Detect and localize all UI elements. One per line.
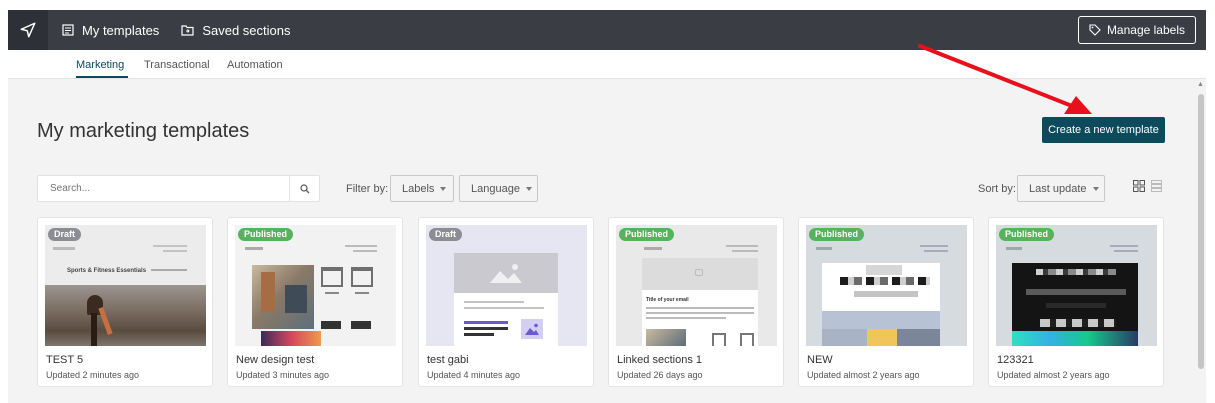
scrollbar-thumb[interactable]	[1198, 94, 1204, 369]
template-type-tabs: Marketing Transactional Automation	[8, 50, 1206, 79]
template-name: New design test	[236, 354, 315, 366]
status-badge: Draft	[48, 228, 82, 241]
template-card[interactable]: Published 123321 Updated almost 2 years …	[988, 217, 1164, 387]
template-name: Linked sections 1	[617, 354, 702, 366]
sort-dropdown-value: Last update	[1029, 182, 1087, 195]
template-name: TEST 5	[46, 354, 84, 366]
page-title: My marketing templates	[37, 120, 250, 142]
nav-my-templates[interactable]: My templates	[62, 23, 159, 38]
list-view-icon[interactable]	[1151, 180, 1162, 192]
language-dropdown-label: Language	[471, 182, 520, 195]
template-thumbnail[interactable]: Published Title of your email	[616, 225, 777, 346]
nav-my-templates-label: My templates	[82, 22, 160, 38]
template-updated: Updated almost 2 years ago	[997, 370, 1110, 380]
thumbnail-heading: Sports & Fitness Essentials	[67, 268, 147, 274]
image-placeholder-icon	[490, 264, 522, 283]
tab-marketing[interactable]: Marketing	[76, 59, 124, 71]
template-icon	[62, 24, 74, 36]
status-badge: Published	[999, 228, 1055, 241]
template-updated: Updated 3 minutes ago	[236, 370, 330, 380]
top-navigation-bar: My templates Saved sections Manage label…	[8, 10, 1206, 50]
language-dropdown[interactable]: Language	[459, 175, 538, 202]
sort-dropdown[interactable]: Last update	[1017, 175, 1105, 202]
filter-label: Filter by:	[346, 183, 389, 195]
template-thumbnail[interactable]: Published	[806, 225, 967, 346]
template-name: 123321	[997, 354, 1034, 366]
manage-labels-button[interactable]: Manage labels	[1077, 16, 1196, 44]
template-updated: Updated 2 minutes ago	[46, 370, 140, 380]
status-badge: Published	[238, 228, 294, 241]
template-updated: Updated 4 minutes ago	[427, 370, 521, 380]
search-button[interactable]	[289, 176, 319, 201]
template-updated: Updated almost 2 years ago	[807, 370, 920, 380]
grid-view-icon[interactable]	[1133, 180, 1145, 192]
thumbnail-heading: Title of your email	[646, 297, 689, 303]
search-icon	[299, 183, 309, 193]
template-thumbnail[interactable]: Draft	[426, 225, 587, 346]
scroll-up-icon[interactable]: ▲	[1197, 81, 1204, 88]
manage-labels-label: Manage labels	[1106, 23, 1185, 37]
create-template-button[interactable]: Create a new template	[1042, 117, 1165, 143]
caret-down-icon	[1092, 186, 1099, 191]
caret-down-icon	[525, 186, 532, 191]
status-badge: Published	[809, 228, 865, 241]
template-name: NEW	[807, 354, 833, 366]
search-box	[37, 175, 320, 202]
labels-dropdown[interactable]: Labels	[390, 175, 454, 202]
nav-saved-sections-label: Saved sections	[202, 22, 291, 38]
template-card[interactable]: Published NEW Updated almost 2 years ago	[798, 217, 974, 387]
template-name: test gabi	[427, 354, 469, 366]
tab-transactional[interactable]: Transactional	[144, 59, 210, 71]
folder-icon	[181, 25, 194, 36]
status-badge: Draft	[429, 228, 463, 241]
search-input[interactable]	[38, 176, 290, 201]
vertical-scrollbar[interactable]: ▲	[1196, 79, 1206, 403]
caret-down-icon	[440, 186, 447, 191]
active-tab-indicator	[76, 76, 128, 78]
send-logo-icon[interactable]	[8, 10, 48, 50]
sort-label: Sort by:	[978, 183, 1016, 195]
nav-saved-sections[interactable]: Saved sections	[181, 23, 290, 38]
template-thumbnail[interactable]: Draft Sports & Fitness Essentials	[45, 225, 206, 346]
template-updated: Updated 26 days ago	[617, 370, 703, 380]
tag-icon	[1089, 24, 1101, 36]
tab-automation[interactable]: Automation	[227, 59, 283, 71]
main-content: My marketing templates Create a new temp…	[8, 79, 1196, 403]
template-thumbnail[interactable]: Published	[996, 225, 1157, 346]
labels-dropdown-label: Labels	[402, 182, 435, 195]
template-card[interactable]: Draft Sports & Fitness Essentials TEST 5…	[37, 217, 213, 387]
template-thumbnail[interactable]: Published	[235, 225, 396, 346]
status-badge: Published	[619, 228, 675, 241]
template-card[interactable]: Published New design test Updated 3 minu…	[227, 217, 403, 387]
image-icon	[525, 323, 539, 335]
template-card[interactable]: Published Title of your email Linked sec…	[608, 217, 784, 387]
template-card[interactable]: Draft test gabi Updated 4 minutes ago	[418, 217, 594, 387]
